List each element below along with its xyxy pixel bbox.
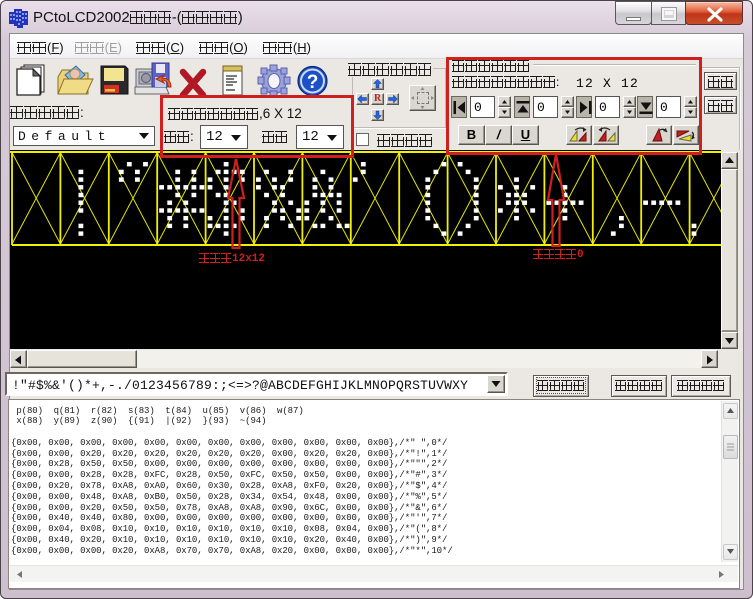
svg-text:?: ? [307,72,319,93]
